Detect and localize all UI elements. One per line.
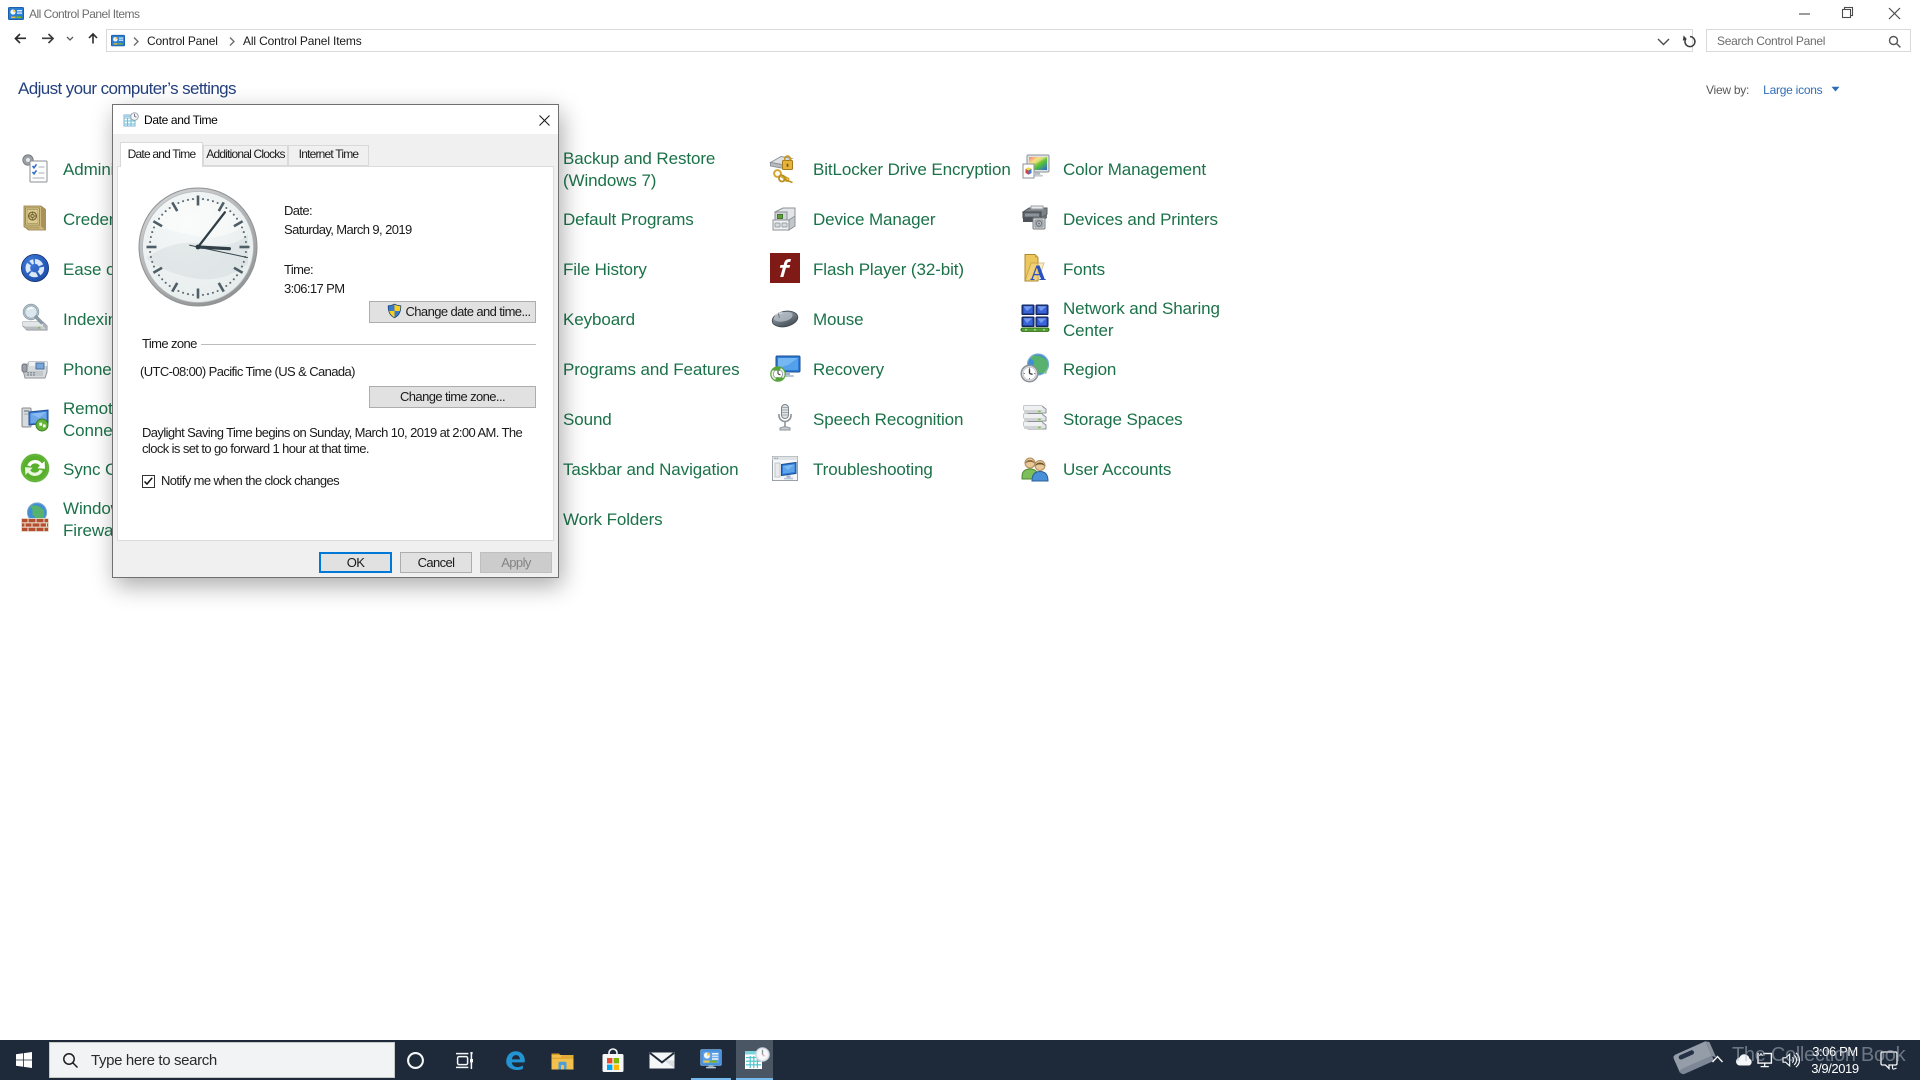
svg-text:A: A — [1030, 260, 1046, 284]
